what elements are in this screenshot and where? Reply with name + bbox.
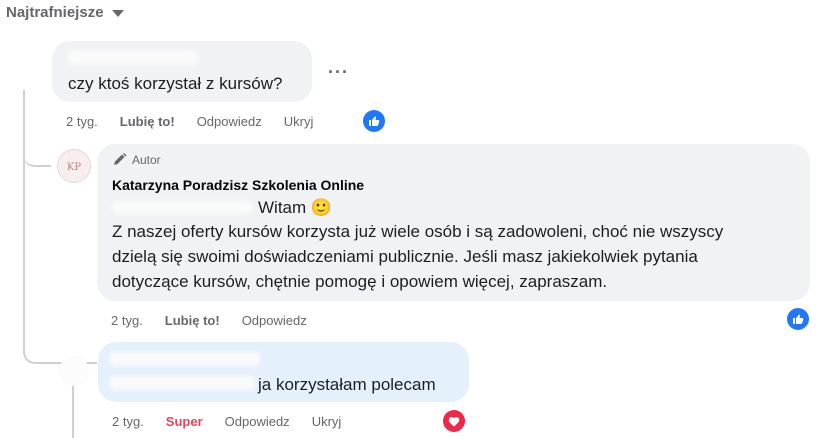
- reply-comment-actions: 2 tyg. Super Odpowiedz Ukryj: [112, 414, 363, 429]
- thread-line-reply: [72, 378, 74, 438]
- caret-down-icon: [111, 10, 124, 17]
- comment-line-1: Z naszej oferty kursów korzysta już wiel…: [112, 222, 724, 241]
- comment-line-2: dzielą się swoimi doświadczeniami public…: [112, 247, 698, 266]
- greeting-line: Witam 🙂: [258, 195, 332, 220]
- thread-branch-reply: [23, 340, 97, 364]
- comment-bubble: czy ktoś korzystał z kursów?: [52, 41, 312, 102]
- author-badge: Autor: [112, 153, 161, 167]
- like-icon[interactable]: [363, 110, 385, 132]
- heart-icon[interactable]: [443, 410, 465, 432]
- sort-dropdown[interactable]: Najtrafniejsze: [6, 4, 124, 21]
- hide-button[interactable]: Ukryj: [312, 414, 342, 429]
- reply-avatar-redacted: [59, 356, 89, 386]
- pencil-icon: [114, 153, 127, 165]
- sort-label: Najtrafniejsze: [6, 4, 104, 21]
- greeting-text: Witam: [258, 198, 307, 217]
- thread-line-main: [23, 90, 25, 340]
- comment-line-3: dotyczące kursów, chętnie pomogę i opowi…: [112, 272, 608, 291]
- like-button[interactable]: Lubię to!: [165, 313, 220, 328]
- author-avatar[interactable]: KP: [57, 149, 91, 183]
- reply-button[interactable]: Odpowiedz: [225, 414, 290, 429]
- reply-mention-redacted: [110, 376, 255, 390]
- comment-text: czy ktoś korzystał z kursów?: [68, 74, 283, 93]
- more-options-button[interactable]: ···: [328, 62, 349, 83]
- like-icon[interactable]: [787, 308, 809, 330]
- reply-comment-bubble: ja korzystałam polecam: [98, 342, 469, 402]
- commenter-name-redacted: [68, 51, 198, 65]
- smile-emoji: 🙂: [310, 198, 333, 217]
- reply-button[interactable]: Odpowiedz: [242, 313, 307, 328]
- author-comment-bubble: Autor Katarzyna Poradzisz Szkolenia Onli…: [97, 144, 810, 301]
- reply-button[interactable]: Odpowiedz: [197, 114, 262, 129]
- comment-time[interactable]: 2 tyg.: [112, 414, 144, 429]
- like-button[interactable]: Lubię to!: [120, 114, 175, 129]
- svg-text:KP: KP: [67, 162, 81, 173]
- comment-actions: 2 tyg. Lubię to! Odpowiedz Ukryj: [66, 114, 335, 129]
- author-name[interactable]: Katarzyna Poradzisz Szkolenia Online: [112, 177, 364, 193]
- reply-text: ja korzystałam polecam: [258, 375, 436, 394]
- author-comment-actions: 2 tyg. Lubię to! Odpowiedz: [111, 313, 329, 328]
- avatar-logo-icon: KP: [67, 162, 81, 173]
- super-reaction-button[interactable]: Super: [166, 414, 203, 429]
- mention-redacted: [112, 201, 252, 214]
- author-badge-label: Autor: [132, 153, 161, 167]
- comment-time[interactable]: 2 tyg.: [66, 114, 98, 129]
- hide-button[interactable]: Ukryj: [284, 114, 314, 129]
- comment-time[interactable]: 2 tyg.: [111, 313, 143, 328]
- reply-author-redacted: [110, 352, 260, 366]
- thread-branch-author: [23, 140, 51, 167]
